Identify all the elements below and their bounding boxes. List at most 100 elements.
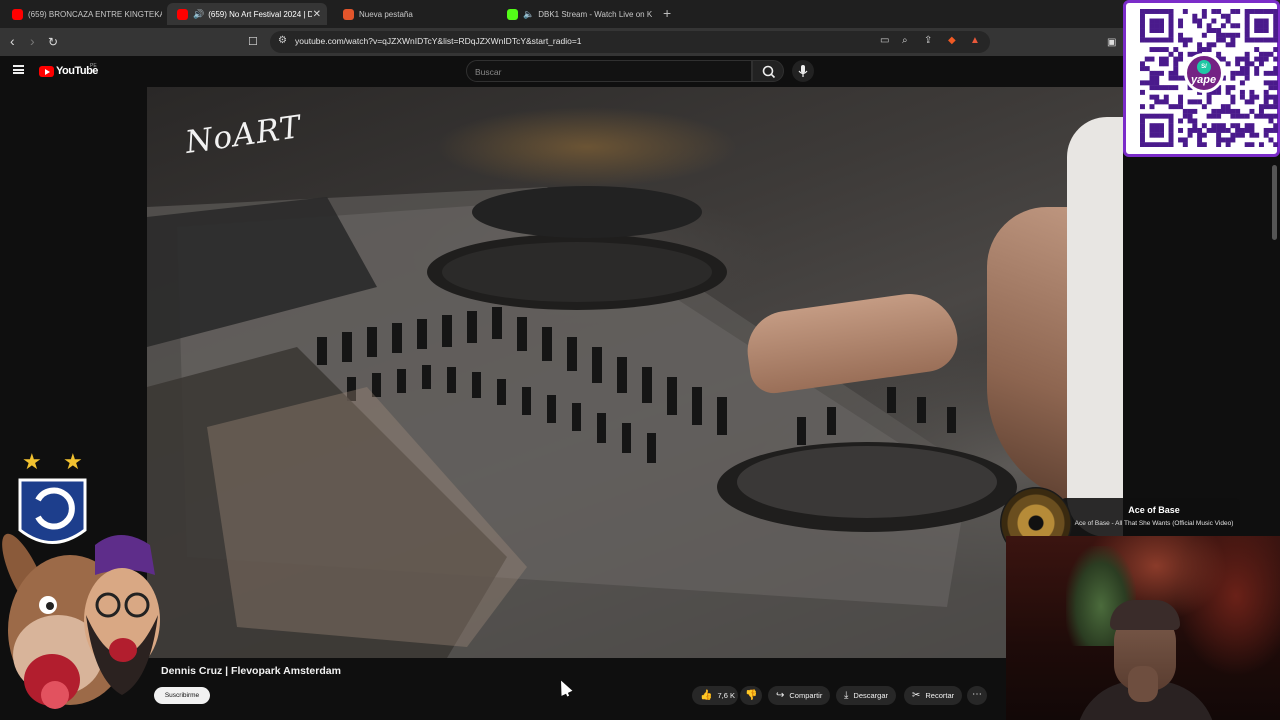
qr-module [1149,28,1155,33]
more-actions-button[interactable]: ⋯ [967,686,987,705]
qr-module [1192,99,1198,105]
qr-module [1235,32,1241,38]
download-button[interactable]: ⤓ Descargar [836,686,897,705]
new-tab-icon[interactable]: + [663,5,671,21]
sidebar-toggle-icon[interactable]: ▣ [1107,36,1116,50]
qr-module [1258,28,1264,33]
qr-module [1173,85,1179,91]
qr-module [1263,23,1269,29]
qr-module [1168,23,1174,29]
reload-icon[interactable]: ↻ [48,35,58,49]
qr-module [1149,9,1155,14]
qr-module [1168,142,1174,147]
qr-module [1211,9,1217,14]
qr-module [1244,32,1250,38]
qr-module [1244,66,1250,72]
tab-nueva-pestana[interactable]: Nueva pestaña [333,3,493,25]
qr-module [1149,80,1155,86]
qr-module [1254,94,1260,100]
qr-module [1140,23,1145,29]
tab-title: Nueva pestaña [359,9,413,19]
qr-module [1187,118,1193,124]
qr-module [1149,123,1155,129]
site-info-icon[interactable]: ⚙ [278,35,287,46]
forward-icon[interactable]: › [30,34,35,48]
brave-rewards-icon[interactable]: ▲ [970,35,980,46]
dislike-button[interactable]: 👎 [740,686,762,705]
youtube-logo-icon[interactable] [39,66,54,77]
scrollbar-thumb[interactable] [1272,165,1277,240]
search-button[interactable] [752,60,784,82]
qr-module [1154,9,1160,14]
qr-module [1244,99,1250,105]
qr-module [1140,18,1145,24]
qr-module [1173,66,1179,72]
qr-module [1263,132,1269,138]
search-placeholder: Buscar [475,67,502,77]
cast-icon[interactable]: ▭ [880,35,889,46]
qr-module [1249,132,1255,138]
back-icon[interactable]: ‹ [10,34,15,48]
video-player[interactable]: NoART [147,87,1123,658]
qr-module [1173,61,1179,67]
qr-module [1244,123,1250,129]
qr-module [1187,99,1193,105]
qr-module [1187,113,1193,119]
qr-module [1220,108,1226,114]
qr-module [1216,28,1222,33]
qr-module [1159,142,1164,147]
tab-broncaza[interactable]: (659) BRONCAZA ENTRE KINGTEKA Y [2,3,162,25]
qr-module [1154,85,1160,91]
brave-shields-icon[interactable]: ◆ [948,35,956,46]
qr-module [1149,127,1155,133]
close-tab-icon[interactable]: ✕ [313,9,321,20]
qr-module [1216,132,1222,138]
speaker-muted-icon[interactable]: 🔈 [523,9,534,20]
bookmark-icon[interactable]: ☐ [248,35,258,49]
qr-module [1273,47,1278,53]
address-bar[interactable]: ⚙ youtube.com/watch?v=qJZXWnIDTcY&list=R… [270,31,990,53]
more-icon: ⋯ [972,689,982,700]
qr-module [1216,137,1222,143]
like-button[interactable]: 👍 7,6 K [692,686,738,705]
qr-module [1178,137,1184,143]
speaker-icon[interactable]: 🔊 [193,9,204,20]
qr-module [1220,104,1226,110]
qr-module [1225,108,1231,114]
zoom-icon[interactable]: ⌕ [902,35,908,46]
qr-module [1168,9,1174,14]
donation-qr-overlay: S/ yape [1123,0,1280,157]
qr-module [1168,32,1174,38]
qr-module [1258,37,1264,43]
qr-module [1149,37,1155,43]
qr-module [1249,123,1255,129]
share-icon: ↪ [776,690,785,701]
qr-module [1197,132,1203,138]
qr-module [1149,56,1155,62]
tab-dbk1-stream[interactable]: 🔈 DBK1 Stream - Watch Live on Kic [497,3,652,25]
qr-module [1154,142,1160,147]
qr-module [1154,18,1160,24]
qr-module [1239,94,1245,100]
share-button[interactable]: ↪ Compartir [768,686,831,705]
search-input[interactable]: Buscar [466,60,752,82]
qr-module [1273,85,1278,91]
qr-module [1273,142,1278,147]
share-label: Compartir [789,691,823,700]
url-text: youtube.com/watch?v=qJZXWnIDTcY&list=RDq… [295,36,582,46]
qr-module [1220,37,1226,43]
qr-module [1225,142,1231,147]
voice-search-button[interactable] [792,60,814,82]
qr-module [1268,85,1274,91]
qr-module [1149,47,1155,53]
qr-module [1206,94,1212,100]
qr-module [1154,47,1160,53]
clip-button[interactable]: ✂ Recortar [904,686,963,705]
qr-module [1197,142,1203,147]
share-page-icon[interactable]: ⇪ [924,35,932,46]
hamburger-menu-icon[interactable] [13,65,24,74]
browser-tab-strip: (659) BRONCAZA ENTRE KINGTEKA Y 🔊 (659) … [0,0,1280,28]
tab-no-art-festival[interactable]: 🔊 (659) No Art Festival 2024 | D ✕ [167,3,327,25]
qr-module [1244,56,1250,62]
qr-module [1159,9,1164,14]
